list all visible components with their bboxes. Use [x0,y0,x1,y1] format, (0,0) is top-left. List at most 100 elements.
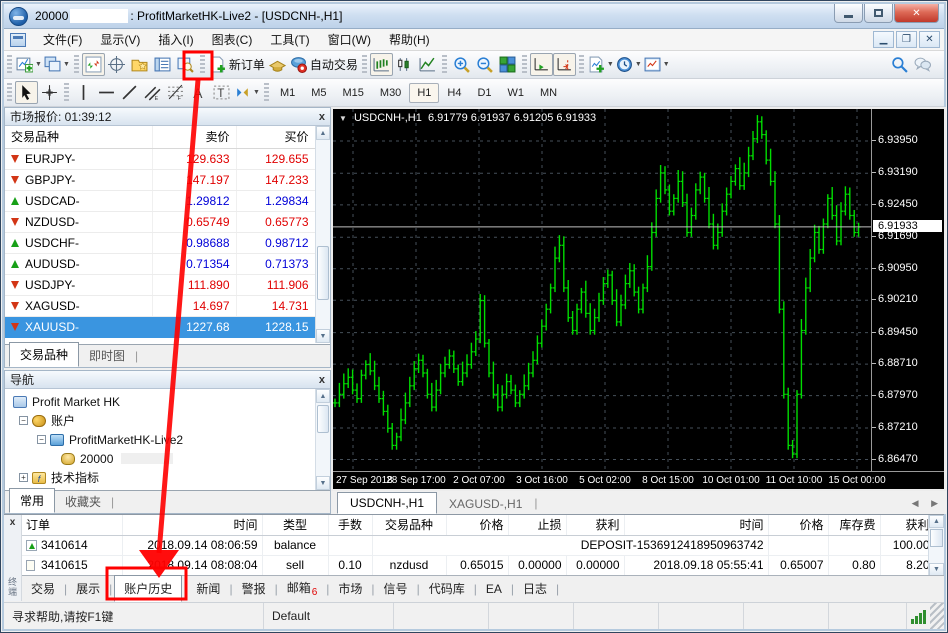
strategy-tester-button[interactable] [174,53,197,76]
expand-icon[interactable]: + [19,473,28,482]
market-watch-scrollbar[interactable]: ▲ ▼ [315,126,330,343]
col-swap[interactable]: 库存费 [828,515,880,535]
titlebar[interactable]: 20000 : ProfitMarketHK-Live2 - [USDCNH-,… [4,4,944,29]
menu-help[interactable]: 帮助(H) [380,28,439,51]
terminal-toggle-button[interactable] [151,53,174,76]
collapse-icon[interactable]: − [19,416,28,425]
tab-scroll-left-icon[interactable]: ◀ [912,498,919,508]
horizontal-line-button[interactable] [95,81,118,104]
new-chart-button[interactable]: ▼ [15,53,43,76]
history-header-row[interactable]: 订单 时间 类型 手数 交易品种 价格 止损 获利 时间 价格 库存费 获利 [22,515,928,535]
collapse-icon[interactable]: − [37,435,46,444]
market-row[interactable]: NZDUSD-0.657490.65773 [5,211,315,232]
scroll-down-icon[interactable]: ▼ [316,329,330,343]
scrollbar-thumb[interactable] [317,405,329,433]
toolbar-grip[interactable] [7,55,12,75]
vertical-line-button[interactable] [72,81,95,104]
periods-dropdown[interactable]: ▼ [635,61,642,68]
market-watch-close-icon[interactable]: x [319,111,325,123]
indicators-button[interactable]: ▼ [587,53,615,76]
chart-price-axis[interactable]: 6.939506.931906.924506.916906.909506.902… [871,109,944,471]
tab-account-history[interactable]: 账户历史 [114,575,182,602]
new-order-button[interactable]: 新订单 [208,53,266,76]
col-tp[interactable]: 获利 [566,515,624,535]
navigator-close-icon[interactable]: x [319,374,325,386]
navigator-titlebar[interactable]: 导航 x [5,371,330,389]
timeframe-mn[interactable]: MN [532,83,565,103]
scroll-down-icon[interactable]: ▼ [316,476,330,490]
chart-tab-usdcnh[interactable]: USDCNH-,H1 [337,492,437,514]
tree-root[interactable]: Profit Market HK [5,392,330,411]
line-chart-button[interactable] [416,53,439,76]
col-price[interactable]: 价格 [446,515,508,535]
chart-tab-xagusd[interactable]: XAGUSD-,H1 [437,494,534,514]
tab-signals[interactable]: 信号 [375,576,417,601]
timeframe-h1[interactable]: H1 [409,83,439,103]
tab-exposure[interactable]: 展示 [67,576,109,601]
menu-tools[interactable]: 工具(T) [261,28,318,51]
history-row-balance[interactable]: 3410614 2018.09.14 08:06:59 balance DEPO… [22,535,928,555]
chart-window[interactable]: ▼ USDCNH-,H1 6.91779 6.91937 6.91205 6.9… [331,107,946,491]
new-chart-dropdown[interactable]: ▼ [35,61,42,68]
toolbar-grip[interactable] [442,55,447,75]
tile-windows-button[interactable] [496,53,519,76]
status-profile[interactable]: Default [264,603,394,629]
cursor-button[interactable] [15,81,38,104]
menu-charts[interactable]: 图表(C) [203,28,262,51]
scroll-up-icon[interactable]: ▲ [929,515,944,528]
col-sl[interactable]: 止损 [508,515,566,535]
templates-dropdown[interactable]: ▼ [663,61,670,68]
market-watch-toggle-button[interactable] [82,53,105,76]
resize-grip[interactable] [930,603,944,629]
search-button[interactable] [888,53,911,76]
candlestick-button[interactable] [393,53,416,76]
close-button[interactable]: ✕ [894,4,939,23]
col-price2[interactable]: 价格 [768,515,828,535]
data-window-button[interactable] [105,53,128,76]
tree-server[interactable]: − ProfitMarketHK-Live2 [5,430,330,449]
autotrading-button[interactable]: 自动交易 [289,53,359,76]
tab-news[interactable]: 新闻 [187,576,229,601]
market-row[interactable]: USDCHF-0.986880.98712 [5,232,315,253]
scroll-up-icon[interactable]: ▲ [316,126,330,140]
history-row-order[interactable]: 3410615 2018.09.14 08:08:04 sell 0.10 nz… [22,555,928,575]
timeframe-m30[interactable]: M30 [372,83,409,103]
col-lots[interactable]: 手数 [328,515,372,535]
mdi-minimize-button[interactable]: ▁ [873,31,894,48]
expert-advisors-button[interactable] [266,53,289,76]
text-label-button[interactable]: T [210,81,233,104]
scrollbar-thumb[interactable] [317,246,329,300]
tab-favorites[interactable]: 收藏夹 [55,490,111,513]
market-row[interactable]: USDJPY-111.890111.906 [5,274,315,295]
tab-experts[interactable]: EA [477,578,511,600]
timeframe-m1[interactable]: M1 [272,83,303,103]
tab-scroll-right-icon[interactable]: ▶ [931,498,938,508]
terminal-scrollbar[interactable]: ▲ ▼ [928,515,944,576]
menu-view[interactable]: 显示(V) [91,28,149,51]
col-time[interactable]: 时间 [122,515,262,535]
market-watch-header-row[interactable]: 交易品种 卖价 买价 [5,126,315,148]
toolbar-grip[interactable] [74,55,79,75]
profiles-dropdown[interactable]: ▼ [63,61,70,68]
scrollbar-thumb[interactable] [930,529,943,547]
tree-account[interactable]: 20000 [5,449,330,468]
maximize-button[interactable] [864,4,893,23]
chat-button[interactable] [911,53,934,76]
mdi-close-button[interactable]: ✕ [919,31,940,48]
timeframe-d1[interactable]: D1 [469,83,499,103]
col-sell[interactable]: 卖价 [152,126,236,148]
col-type[interactable]: 类型 [262,515,328,535]
menu-file[interactable]: 文件(F) [34,28,91,51]
market-row-selected[interactable]: XAUUSD-1227.681228.15 [5,316,315,337]
terminal-grip-strip[interactable]: x 终端 [4,515,22,601]
timeframe-m15[interactable]: M15 [335,83,372,103]
col-order[interactable]: 订单 [22,515,122,535]
arrows-button[interactable]: ▼ [233,81,261,104]
fibonacci-button[interactable]: F [164,81,187,104]
tab-symbols[interactable]: 交易品种 [9,342,79,367]
col-time2[interactable]: 时间 [624,515,768,535]
crosshair-tool-button[interactable] [38,81,61,104]
toolbar-grip[interactable] [200,55,205,75]
tab-trade[interactable]: 交易 [22,576,64,601]
market-watch-titlebar[interactable]: 市场报价: 01:39:12 x [5,108,330,126]
